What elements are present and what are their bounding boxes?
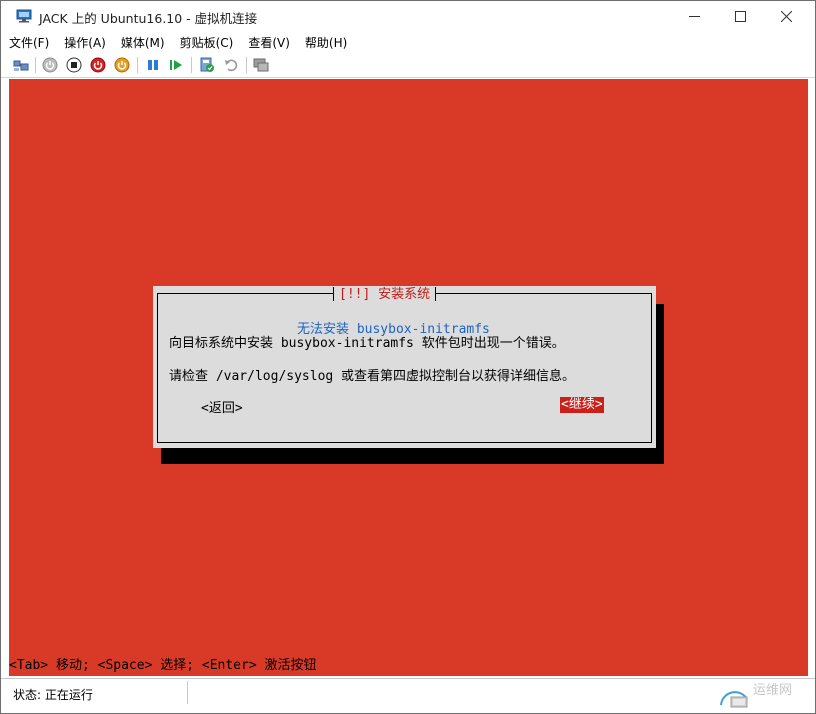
turn-off-icon[interactable]	[66, 57, 82, 73]
menu-help[interactable]: 帮助(H)	[297, 32, 354, 52]
vm-connection-icon	[16, 9, 32, 23]
status-divider	[187, 681, 188, 704]
toolbar	[1, 52, 815, 78]
toolbar-separator	[35, 57, 36, 73]
install-error-dialog: [!!] 安装系统 无法安装 busybox-initramfs 向目标系统中安…	[153, 286, 656, 448]
pause-icon[interactable]	[145, 57, 161, 73]
title-left-tick	[333, 287, 334, 301]
start-icon[interactable]	[42, 57, 58, 73]
dialog-title: [!!] 安装系统	[333, 286, 437, 304]
dialog-message-line2: 请检查 /var/log/syslog 或查看第四虚拟控制台以获得详细信息。	[169, 369, 576, 384]
back-button[interactable]: <返回>	[201, 397, 243, 416]
close-icon	[780, 10, 792, 22]
vm-status: 状态: 正在运行	[13, 688, 93, 702]
dialog-message-line1: 向目标系统中安装 busybox-initramfs 软件包时出现一个错误。	[169, 336, 565, 351]
toolbar-separator	[191, 57, 192, 73]
menu-clipboard[interactable]: 剪贴板(C)	[172, 32, 241, 52]
watermark-icon	[720, 691, 748, 708]
menu-media[interactable]: 媒体(M)	[113, 32, 172, 52]
window-title: JACK 上的 Ubuntu16.10 - 虚拟机连接	[39, 11, 258, 26]
menu-file[interactable]: 文件(F)	[1, 32, 56, 52]
enhanced-session-icon[interactable]	[253, 57, 269, 73]
maximize-icon	[734, 10, 746, 22]
minimize-button[interactable]	[671, 1, 717, 31]
menu-bar: 文件(F) 操作(A) 媒体(M) 剪贴板(C) 查看(V) 帮助(H)	[1, 32, 815, 52]
continue-button[interactable]: <继续>	[560, 397, 604, 413]
resume-icon[interactable]	[168, 57, 184, 73]
revert-icon[interactable]	[223, 57, 239, 73]
menu-action[interactable]: 操作(A)	[56, 32, 113, 52]
maximize-button[interactable]	[717, 1, 763, 31]
dialog-title-text: [!!] 安装系统	[339, 287, 431, 302]
minimize-icon	[688, 15, 700, 17]
watermark-text: 运维网	[753, 683, 793, 698]
menu-view[interactable]: 查看(V)	[240, 32, 297, 52]
status-bar: 状态: 正在运行 运维网	[1, 678, 815, 713]
close-button[interactable]	[763, 1, 809, 31]
key-hint-line: <Tab> 移动; <Space> 选择; <Enter> 激活按钮	[9, 658, 317, 673]
save-icon[interactable]	[114, 57, 130, 73]
checkpoint-icon[interactable]	[199, 57, 215, 73]
ctrl-alt-del-icon[interactable]	[13, 57, 29, 73]
toolbar-separator	[246, 57, 247, 73]
watermark-logo: 运维网	[717, 679, 813, 713]
vm-connection-window: JACK 上的 Ubuntu16.10 - 虚拟机连接 文件(F) 操作(A) …	[0, 0, 816, 714]
toolbar-separator	[137, 57, 138, 73]
title-bar[interactable]: JACK 上的 Ubuntu16.10 - 虚拟机连接	[1, 1, 815, 32]
shutdown-icon[interactable]	[90, 57, 106, 73]
title-right-tick	[435, 287, 437, 301]
vm-console-screen[interactable]: [!!] 安装系统 无法安装 busybox-initramfs 向目标系统中安…	[9, 79, 808, 676]
